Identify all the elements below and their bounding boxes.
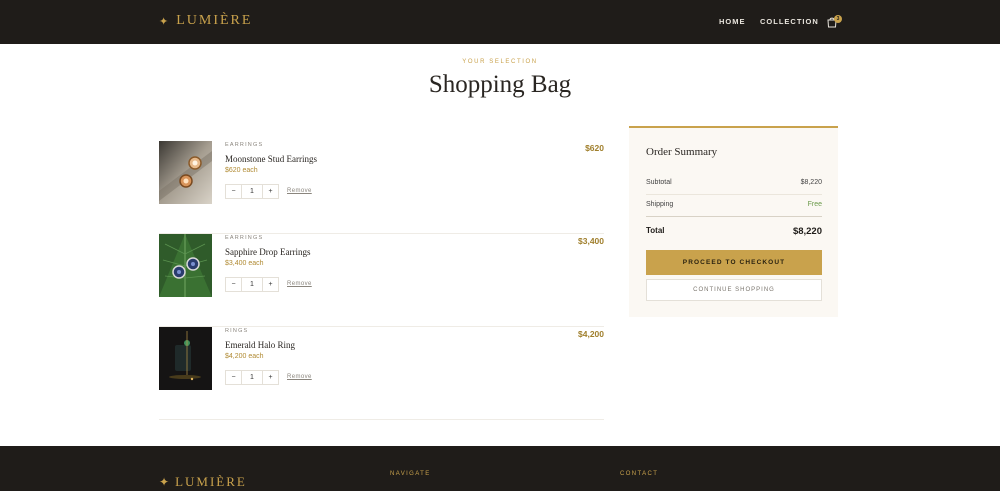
product-image-emerald[interactable] <box>159 327 212 390</box>
summary-divider <box>646 216 822 217</box>
product-category: EARRINGS <box>225 142 264 148</box>
product-category: EARRINGS <box>225 235 264 241</box>
footer-brand-logo[interactable]: ✦ LUMIÈRE <box>159 474 247 490</box>
quantity-value[interactable]: 1 <box>241 371 263 384</box>
line-total: $3,400 <box>578 236 604 246</box>
order-summary-panel: Order Summary Subtotal $8,220 Shipping F… <box>629 126 838 317</box>
nav-home-link[interactable]: HOME <box>719 17 746 26</box>
brand-logo[interactable]: ✦ LUMIÈRE <box>159 13 252 29</box>
summary-divider <box>646 194 822 195</box>
decrease-qty-button[interactable]: − <box>226 371 241 384</box>
product-name[interactable]: Moonstone Stud Earrings <box>225 154 317 164</box>
shipping-label: Shipping <box>646 201 674 208</box>
quantity-stepper: − 1 + <box>225 184 279 199</box>
cart-item: EARRINGS Moonstone Stud Earrings $620 ea… <box>159 141 604 234</box>
product-image-moonstone[interactable] <box>159 141 212 204</box>
total-row: Total $8,220 <box>646 226 822 237</box>
cart-item: RINGS Emerald Halo Ring $4,200 each − 1 … <box>159 327 604 420</box>
remove-item-link[interactable]: Remove <box>287 374 312 380</box>
product-image-sapphire[interactable] <box>159 234 212 297</box>
increase-qty-button[interactable]: + <box>263 278 278 291</box>
quantity-stepper: − 1 + <box>225 277 279 292</box>
unit-price: $4,200 each <box>225 353 264 360</box>
footer-brand-name: LUMIÈRE <box>175 474 247 489</box>
site-footer: ✦ LUMIÈRE NAVIGATE CONTACT <box>0 446 1000 491</box>
total-label: Total <box>646 226 665 235</box>
proceed-to-checkout-button[interactable]: PROCEED TO CHECKOUT <box>646 250 822 275</box>
quantity-value[interactable]: 1 <box>241 185 263 198</box>
sparkle-icon: ✦ <box>159 475 170 489</box>
order-summary-title: Order Summary <box>646 146 718 158</box>
cart-count-badge: 3 <box>834 15 842 23</box>
product-name[interactable]: Emerald Halo Ring <box>225 340 295 350</box>
quantity-stepper: − 1 + <box>225 370 279 385</box>
product-name[interactable]: Sapphire Drop Earrings <box>225 247 310 257</box>
product-category: RINGS <box>225 328 249 334</box>
page-title: Shopping Bag <box>428 71 572 98</box>
shipping-value: Free <box>807 201 822 208</box>
increase-qty-button[interactable]: + <box>263 185 278 198</box>
footer-contact-heading: CONTACT <box>620 471 659 477</box>
decrease-qty-button[interactable]: − <box>226 278 241 291</box>
continue-shopping-button[interactable]: CONTINUE SHOPPING <box>646 279 822 301</box>
remove-item-link[interactable]: Remove <box>287 188 312 194</box>
decrease-qty-button[interactable]: − <box>226 185 241 198</box>
footer-navigate-heading: NAVIGATE <box>390 471 431 477</box>
top-navbar: ✦ LUMIÈRE HOME COLLECTION 3 <box>0 0 1000 44</box>
subtotal-value: $8,220 <box>800 179 822 186</box>
unit-price: $620 each <box>225 167 258 174</box>
line-total: $4,200 <box>578 329 604 339</box>
sparkle-icon: ✦ <box>159 14 169 28</box>
remove-item-link[interactable]: Remove <box>287 281 312 287</box>
increase-qty-button[interactable]: + <box>263 371 278 384</box>
page-eyebrow: YOUR SELECTION <box>462 59 538 65</box>
cart-item: EARRINGS Sapphire Drop Earrings $3,400 e… <box>159 234 604 327</box>
shipping-row: Shipping Free <box>646 201 822 208</box>
subtotal-label: Subtotal <box>646 179 672 186</box>
unit-price: $3,400 each <box>225 260 264 267</box>
nav-collection-link[interactable]: COLLECTION <box>760 17 819 26</box>
line-total: $620 <box>585 143 604 153</box>
total-value: $8,220 <box>792 226 822 237</box>
quantity-value[interactable]: 1 <box>241 278 263 291</box>
brand-name: LUMIÈRE <box>176 13 253 28</box>
subtotal-row: Subtotal $8,220 <box>646 179 822 186</box>
